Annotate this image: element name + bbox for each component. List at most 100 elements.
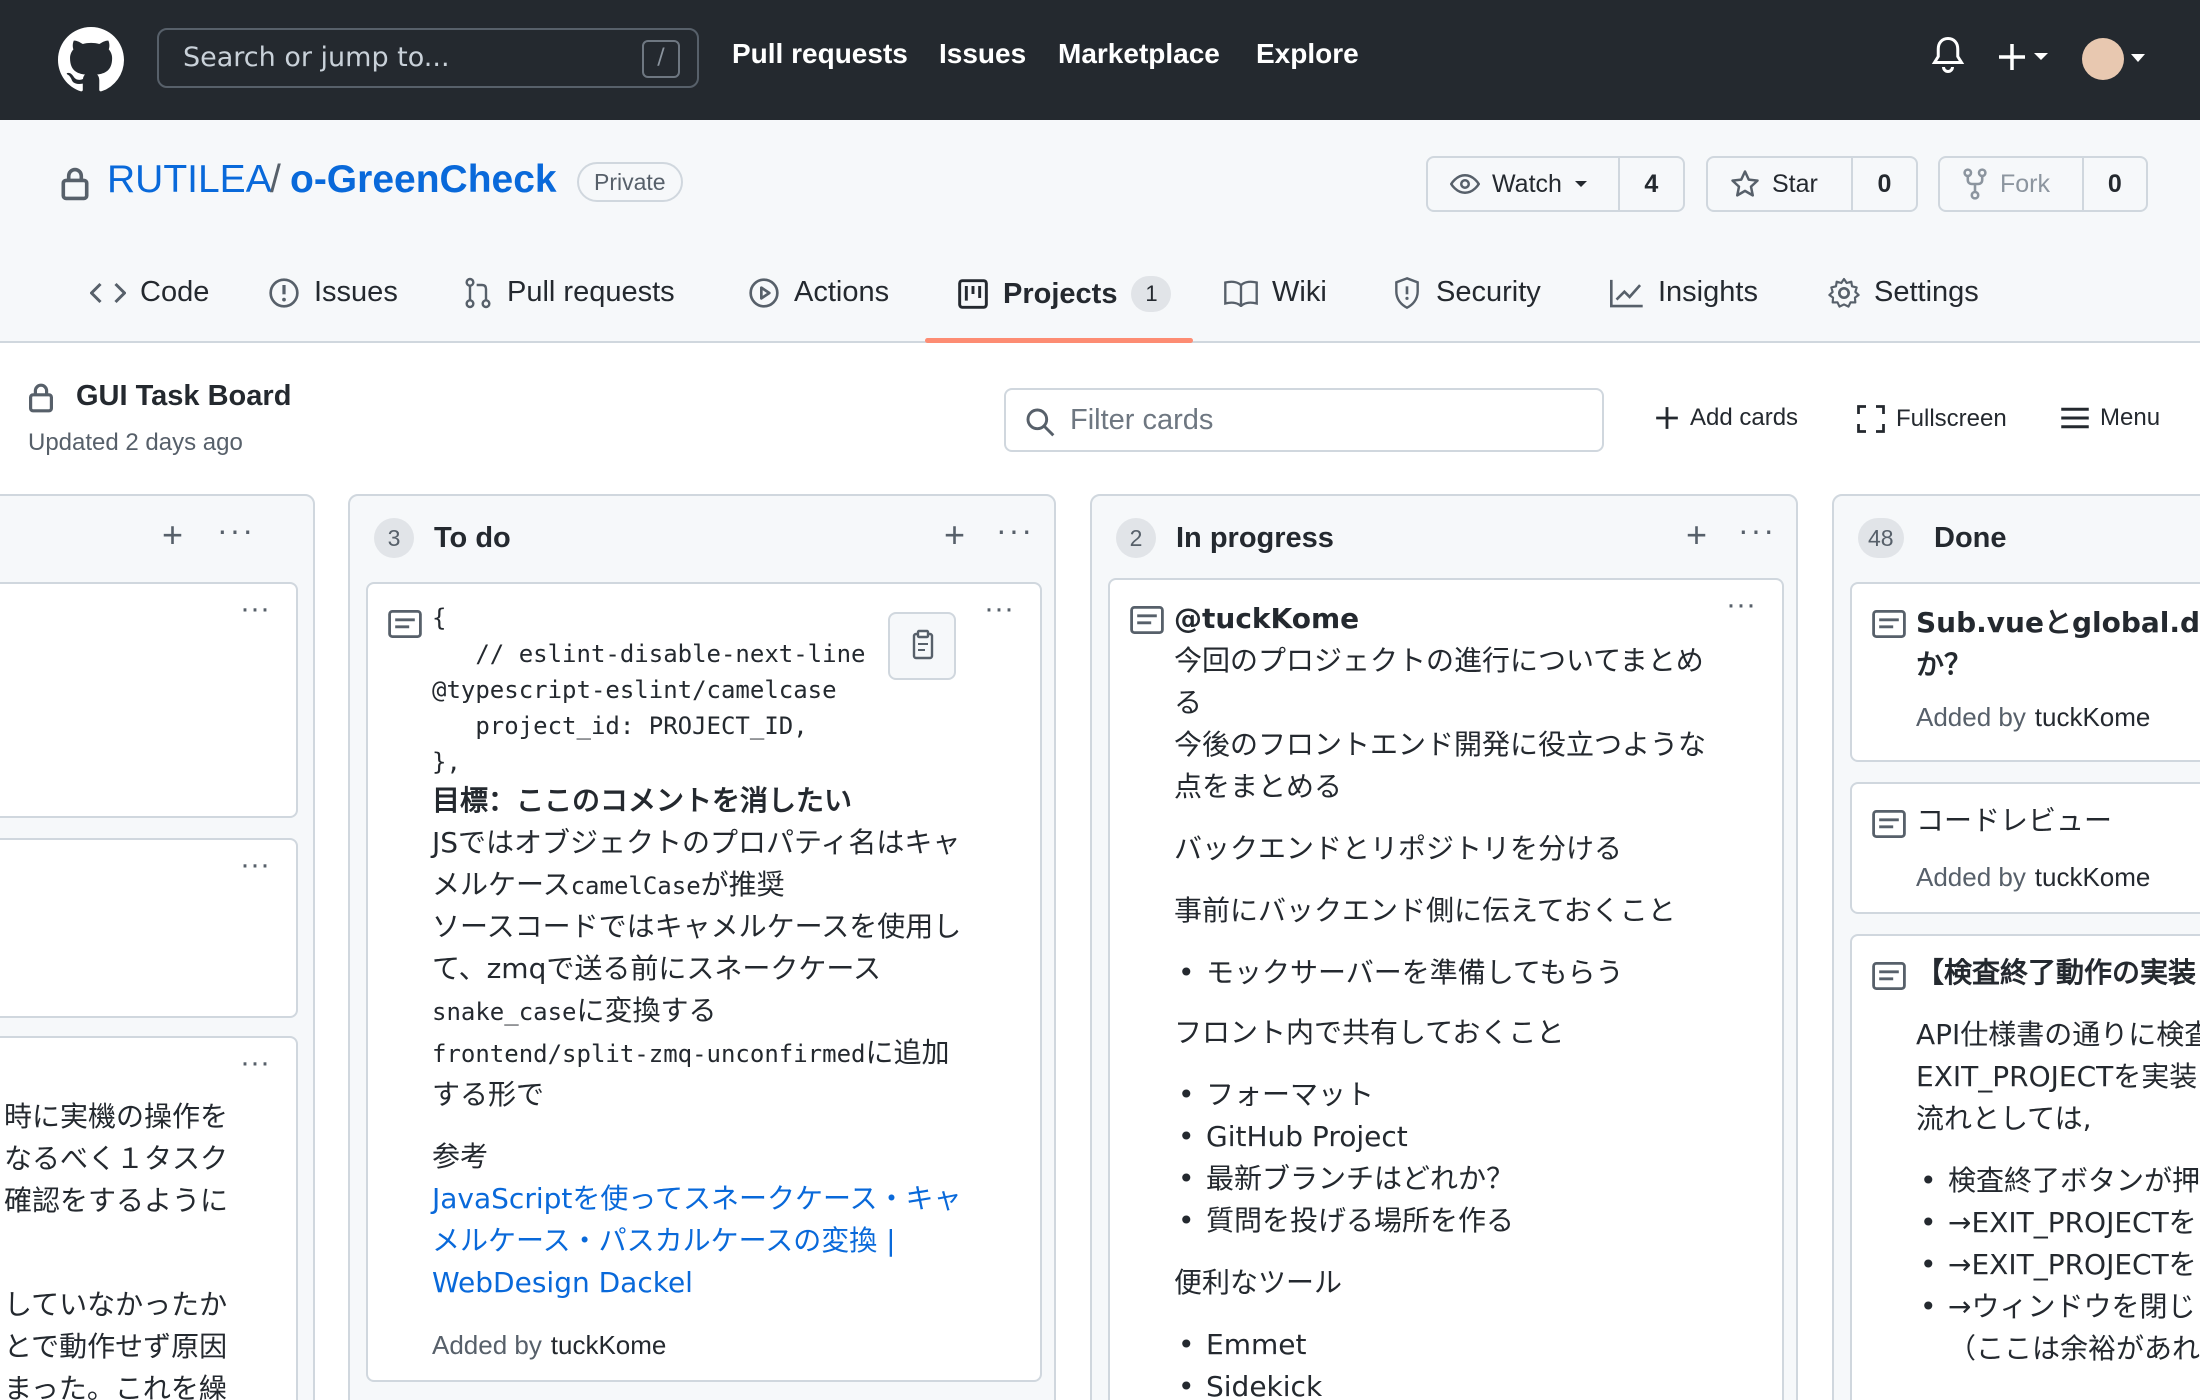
project-updated-time: Updated 2 days ago — [28, 429, 243, 456]
card-menu-button[interactable]: ··· — [240, 592, 270, 626]
pull-request-icon — [465, 277, 491, 308]
global-search-input[interactable]: Search or jump to... / — [157, 28, 699, 88]
watch-count[interactable]: 4 — [1620, 158, 1683, 210]
user-avatar[interactable] — [2082, 38, 2124, 80]
tab-issues[interactable]: Issues — [268, 276, 398, 309]
tab-code[interactable]: Code — [90, 276, 209, 309]
tab-projects[interactable]: Projects 1 — [957, 276, 1172, 312]
column-add-card-button[interactable]: + — [162, 514, 183, 556]
fork-button-group: Fork 0 — [1938, 156, 2148, 212]
nav-issues[interactable]: Issues — [939, 38, 1026, 70]
chevron-down-icon — [1574, 181, 1587, 187]
column-add-card-button[interactable]: + — [944, 514, 965, 556]
tab-label: Projects — [1003, 277, 1118, 310]
list-item: モックサーバーを準備してもらう — [1174, 952, 1774, 994]
watch-button[interactable]: Watch — [1428, 158, 1620, 210]
card-text-line: なるべく１タスク — [4, 1142, 229, 1175]
column-title: In progress — [1176, 522, 1334, 554]
nav-explore[interactable]: Explore — [1256, 38, 1359, 70]
card-menu-button[interactable]: ··· — [240, 848, 270, 882]
card-text-line: frontend/split-zmq-unconfirmedに追加 — [432, 1032, 1032, 1074]
repo-path-separator: / — [270, 158, 281, 201]
project-column-partial: + ··· ··· ··· ··· 時に実機の操作を なるべく１タスク 確認をす… — [0, 494, 315, 1400]
card-text-line: EXIT_PROJECTを実装 — [1916, 1060, 2198, 1093]
list-item: 検査終了ボタンが押 — [1916, 1160, 2200, 1202]
card-menu-button[interactable]: ··· — [240, 1046, 270, 1080]
shield-icon — [1395, 276, 1419, 309]
fork-button[interactable]: Fork — [1940, 158, 2084, 210]
tab-pull-requests[interactable]: Pull requests — [463, 276, 675, 309]
card-author-link[interactable]: tuckKome — [2035, 702, 2151, 732]
tab-security[interactable]: Security — [1392, 276, 1541, 309]
avatar-chevron-down-icon[interactable] — [2130, 52, 2146, 64]
tab-settings[interactable]: Settings — [1828, 276, 1979, 309]
card-title: コードレビュー — [1916, 804, 2113, 837]
fullscreen-button[interactable]: Fullscreen — [1856, 404, 2007, 434]
star-icon — [1731, 170, 1759, 197]
column-menu-button[interactable]: ··· — [217, 512, 255, 549]
inline-code: camelCase — [570, 872, 701, 900]
tab-counter: 1 — [1131, 276, 1172, 312]
list-item: →EXIT_PROJECTを — [1916, 1244, 2200, 1286]
column-menu-button[interactable]: ··· — [996, 512, 1034, 549]
star-button[interactable]: Star — [1708, 158, 1853, 210]
star-count[interactable]: 0 — [1853, 158, 1916, 210]
list-item: 最新ブランチはどれか？ — [1174, 1158, 1774, 1200]
project-card[interactable]: Sub.vueとglobal.d.ts か？ Added by tuckKome — [1850, 582, 2200, 762]
nav-pull-requests[interactable]: Pull requests — [732, 38, 908, 70]
card-heading: 目標：ここのコメントを消したい — [432, 784, 853, 817]
fork-count[interactable]: 0 — [2084, 158, 2146, 210]
project-card[interactable]: ··· { // eslint-disable-next-line @types… — [366, 582, 1042, 1382]
card-text-line: JSではオブジェクトのプロパティ名はキャ — [432, 826, 961, 859]
project-card[interactable]: コードレビュー Added by tuckKome — [1850, 782, 2200, 914]
tab-insights[interactable]: Insights — [1610, 276, 1758, 309]
card-text-line: 流れとしては, — [1916, 1102, 2092, 1135]
card-author-link[interactable]: tuckKome — [551, 1330, 667, 1360]
nav-marketplace[interactable]: Marketplace — [1058, 38, 1220, 70]
tab-wiki[interactable]: Wiki — [1224, 276, 1327, 309]
github-logo-icon[interactable] — [58, 27, 124, 93]
card-text-line: て、zmqで送る前にスネークケース — [432, 952, 881, 985]
search-placeholder: Search or jump to... — [183, 42, 450, 73]
card-text-line: フロント内で共有しておくこと — [1174, 1016, 1565, 1049]
reference-link[interactable]: メルケース・パスカルケースの変換 | — [432, 1220, 1032, 1262]
card-text-line: する形で — [432, 1078, 545, 1111]
filter-cards-input[interactable]: Filter cards — [1004, 388, 1604, 452]
text-segment: メルケース — [432, 868, 571, 901]
project-card[interactable]: ··· — [0, 838, 298, 1018]
reference-link[interactable]: JavaScriptを使ってスネークケース・キャ — [432, 1178, 1032, 1220]
filter-placeholder: Filter cards — [1070, 404, 1214, 436]
repo-name-link[interactable]: o-GreenCheck — [290, 158, 557, 202]
tab-actions[interactable]: Actions — [748, 276, 889, 309]
repo-owner-link[interactable]: RUTILEA — [107, 158, 272, 202]
create-new-dropdown-icon[interactable] — [1998, 42, 2058, 72]
project-card[interactable]: ··· 時に実機の操作を なるべく１タスク 確認をするように していなかったか … — [0, 1036, 298, 1400]
fork-label: Fork — [2000, 169, 2050, 198]
reference-link[interactable]: WebDesign Dackel — [432, 1262, 1032, 1304]
plus-icon — [1656, 407, 1678, 429]
copy-code-button[interactable] — [888, 612, 956, 680]
card-body: @tuckKome 今回のプロジェクトの進行についてまとめ る 今後のフロントエ… — [1174, 598, 1774, 1400]
fullscreen-icon — [1857, 405, 1885, 433]
card-text-line: 今後のフロントエンド開発に役立つような — [1174, 728, 1707, 761]
project-title: GUI Task Board — [76, 380, 292, 412]
project-card[interactable]: ··· — [0, 582, 298, 818]
gear-icon — [1828, 277, 1860, 308]
project-menu-button[interactable]: Menu — [2060, 404, 2160, 432]
card-text-line: API仕様書の通りに検査 — [1916, 1018, 2200, 1051]
column-menu-button[interactable]: ··· — [1738, 512, 1776, 549]
add-cards-button[interactable]: Add cards — [1654, 404, 1798, 432]
mention-link[interactable]: @tuckKome — [1174, 598, 1774, 640]
text-segment: が推奨 — [700, 868, 785, 901]
card-author-link[interactable]: tuckKome — [2035, 862, 2151, 892]
project-card[interactable]: ··· @tuckKome 今回のプロジェクトの進行についてまとめ る 今後のフ… — [1108, 578, 1784, 1400]
book-icon — [1224, 280, 1258, 307]
tab-label: Actions — [794, 276, 890, 308]
card-text-line: る — [1174, 686, 1203, 719]
card-added-by: Added by tuckKome — [1916, 696, 2200, 738]
project-card[interactable]: 【検査終了動作の実装 API仕様書の通りに検査 EXIT_PROJECTを実装 … — [1850, 934, 2200, 1400]
card-text-line: （ここは余裕があれ — [1948, 1332, 2200, 1365]
column-card-count: 3 — [374, 518, 414, 558]
bell-icon[interactable] — [1930, 35, 1966, 75]
column-add-card-button[interactable]: + — [1686, 514, 1707, 556]
